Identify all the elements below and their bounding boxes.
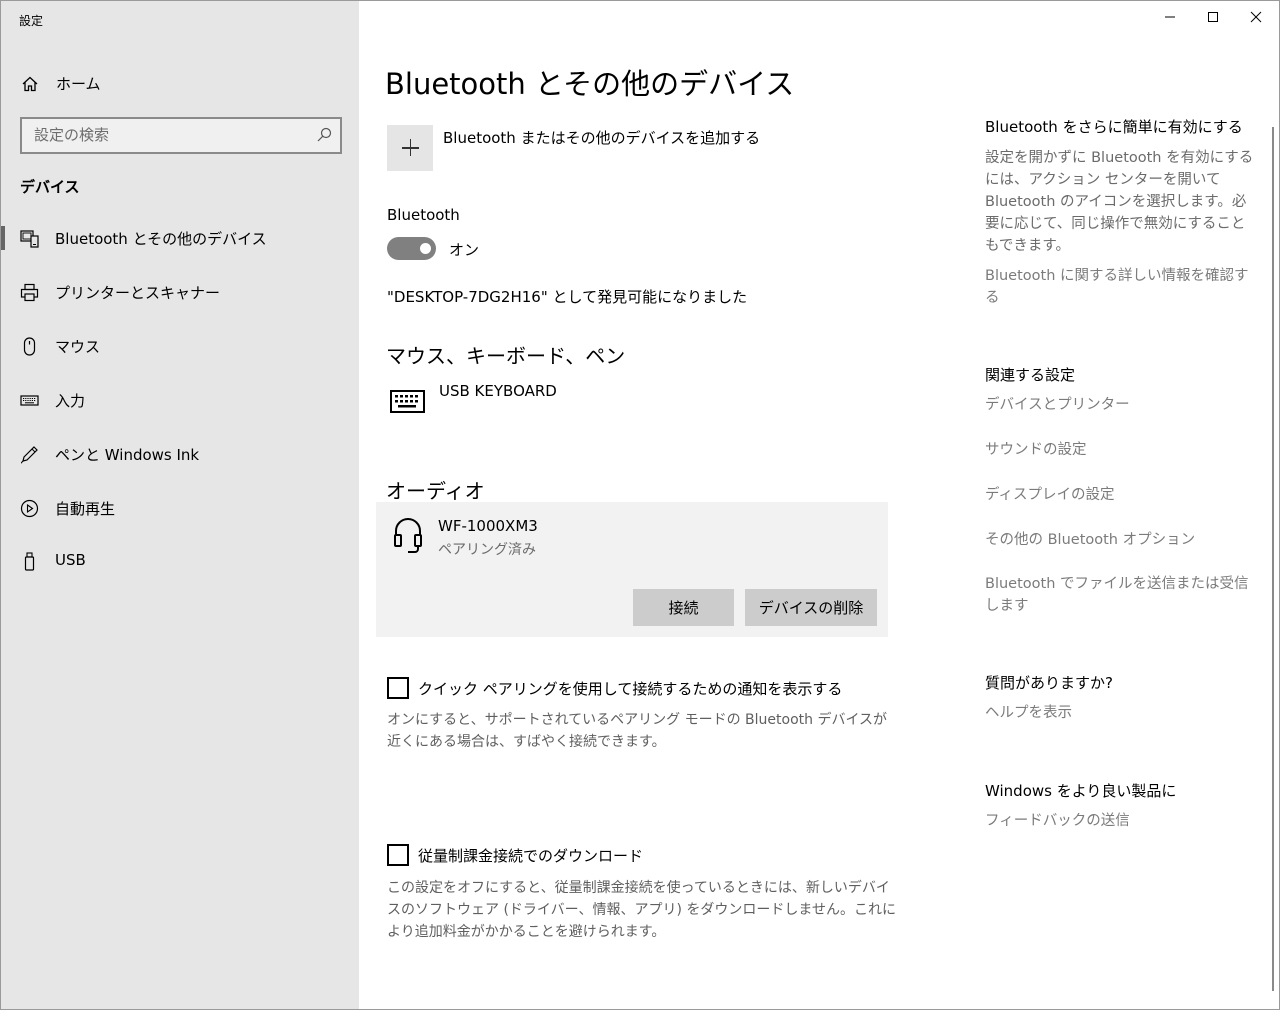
usb-icon — [24, 552, 35, 571]
page-title: Bluetooth とその他のデバイス — [385, 67, 795, 101]
sidebar-item-printers[interactable]: プリンターとスキャナー — [1, 270, 359, 314]
quick-pairing-label: クイック ペアリングを使用して接続するための通知を表示する — [418, 680, 843, 698]
maximize-icon — [1208, 12, 1218, 22]
printer-icon — [20, 283, 39, 302]
sidebar-item-label: 自動再生 — [55, 500, 116, 518]
sidebar: 設定 ホーム デバイス Bluetooth とその他のデバイス — [1, 1, 359, 1009]
sidebar-item-autoplay[interactable]: 自動再生 — [1, 486, 359, 530]
bluetooth-toggle[interactable] — [387, 237, 436, 260]
scrollbar[interactable] — [1272, 127, 1274, 991]
active-indicator — [1, 226, 5, 250]
sidebar-item-label: マウス — [55, 338, 101, 356]
bluetooth-info-link[interactable]: Bluetooth に関する詳しい情報を確認する — [985, 265, 1257, 309]
minimize-button[interactable] — [1147, 5, 1193, 29]
sound-settings-link[interactable]: サウンドの設定 — [985, 439, 1257, 461]
close-button[interactable] — [1233, 5, 1279, 29]
bluetooth-devices-icon — [20, 230, 39, 248]
maximize-button[interactable] — [1190, 5, 1236, 29]
easy-enable-text: 設定を開かずに Bluetooth を有効にするには、アクション センターを開い… — [985, 150, 1254, 254]
device-name: WF-1000XM3 — [438, 517, 538, 535]
app-title: 設定 — [19, 14, 44, 28]
metered-label: 従量制課金接続でのダウンロード — [418, 847, 644, 865]
keyboard-icon — [390, 390, 425, 413]
minimize-icon — [1165, 16, 1175, 18]
display-settings-link[interactable]: ディスプレイの設定 — [985, 484, 1257, 506]
more-bluetooth-options-link[interactable]: その他の Bluetooth オプション — [985, 529, 1257, 551]
questions-heading: 質問がありますか? — [985, 674, 1113, 692]
sidebar-item-label: USB — [55, 551, 86, 569]
send-receive-files-link[interactable]: Bluetooth でファイルを送信または受信します — [985, 573, 1257, 617]
metered-description: この設定をオフにすると、従量制課金接続を使っているときには、新しいデバイスのソフ… — [387, 880, 896, 940]
devices-section-title: デバイス — [20, 178, 80, 196]
sidebar-item-label: Bluetooth とその他のデバイス — [55, 230, 267, 248]
bluetooth-toggle-state: オン — [449, 241, 480, 259]
toggle-knob — [420, 243, 431, 254]
input-devices-heading: マウス、キーボード、ペン — [386, 344, 626, 368]
close-icon — [1250, 11, 1262, 23]
easy-enable-heading: Bluetooth をさらに簡単に有効にする — [985, 118, 1243, 136]
get-help-link[interactable]: ヘルプを表示 — [985, 702, 1257, 724]
device-name: USB KEYBOARD — [439, 382, 557, 400]
add-device-button[interactable] — [387, 125, 433, 171]
sidebar-item-label: ペンと Windows Ink — [55, 446, 200, 464]
add-device-label[interactable]: Bluetooth またはその他のデバイスを追加する — [443, 127, 760, 148]
home-nav-item[interactable]: ホーム — [1, 63, 359, 103]
search-box[interactable] — [20, 117, 342, 154]
bluetooth-label: Bluetooth — [387, 206, 460, 224]
search-icon[interactable] — [316, 127, 332, 143]
home-icon — [22, 76, 38, 92]
sidebar-item-bluetooth[interactable]: Bluetooth とその他のデバイス — [1, 216, 359, 260]
settings-window: 設定 ホーム デバイス Bluetooth とその他のデバイス — [0, 0, 1280, 1010]
give-feedback-link[interactable]: フィードバックの送信 — [985, 810, 1257, 832]
audio-heading: オーディオ — [386, 479, 485, 503]
remove-device-button[interactable]: デバイスの削除 — [745, 589, 877, 626]
headset-icon — [394, 518, 422, 553]
quick-pairing-description: オンにすると、サポートされているペアリング モードの Bluetooth デバイ… — [387, 712, 888, 750]
sidebar-item-usb[interactable]: USB — [1, 539, 359, 583]
audio-device-card[interactable]: WF-1000XM3 ペアリング済み 接続 デバイスの削除 — [376, 502, 888, 637]
sidebar-item-label: プリンターとスキャナー — [55, 284, 221, 302]
device-status: ペアリング済み — [438, 542, 536, 558]
metered-checkbox[interactable] — [387, 844, 409, 866]
related-settings-heading: 関連する設定 — [985, 366, 1076, 384]
quick-pairing-checkbox-row[interactable]: クイック ペアリングを使用して接続するための通知を表示する — [387, 677, 887, 701]
quick-pairing-checkbox[interactable] — [387, 677, 409, 699]
sidebar-item-pen[interactable]: ペンと Windows Ink — [1, 432, 359, 476]
keyboard-device[interactable]: USB KEYBOARD — [387, 381, 887, 431]
autoplay-icon — [20, 499, 39, 518]
mouse-icon — [23, 337, 36, 356]
sidebar-item-typing[interactable]: 入力 — [1, 378, 359, 422]
sidebar-item-label: 入力 — [55, 392, 86, 410]
sidebar-item-mouse[interactable]: マウス — [1, 324, 359, 368]
keyboard-icon — [20, 395, 39, 406]
home-label: ホーム — [56, 75, 101, 93]
search-input[interactable] — [34, 125, 304, 145]
devices-printers-link[interactable]: デバイスとプリンター — [985, 394, 1257, 416]
pen-icon — [20, 446, 38, 464]
connect-button[interactable]: 接続 — [633, 589, 734, 626]
discoverable-status: "DESKTOP-7DG2H16" として発見可能になりました — [387, 288, 748, 306]
metered-checkbox-row[interactable]: 従量制課金接続でのダウンロード — [387, 844, 787, 868]
feedback-heading: Windows をより良い製品に — [985, 782, 1177, 800]
